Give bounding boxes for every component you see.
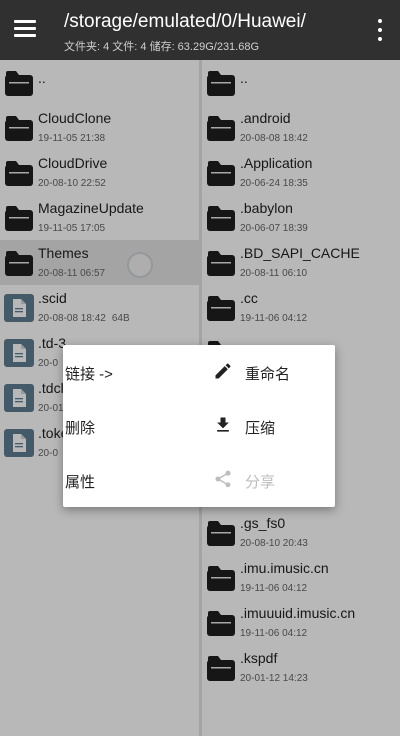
- context-menu: 链接 -> 删除 属性 重命名 压缩 分享: [63, 345, 335, 507]
- app-bar: /storage/emulated/0/Huawei/ 文件夹: 4 文件: 4…: [0, 0, 400, 60]
- link-label: 链接 ->: [65, 366, 113, 383]
- delete-label: 删除: [65, 420, 96, 437]
- path-title: /storage/emulated/0/Huawei/: [64, 11, 306, 32]
- rename-label: 重命名: [245, 366, 291, 383]
- delete-menu-item[interactable]: 删除: [65, 399, 185, 453]
- compress-label: 压缩: [245, 420, 276, 437]
- properties-label: 属性: [65, 474, 96, 491]
- properties-menu-item[interactable]: 属性: [65, 453, 185, 507]
- link-menu-item[interactable]: 链接 ->: [65, 345, 185, 399]
- compress-menu-item[interactable]: 压缩: [213, 399, 333, 453]
- share-icon: [215, 470, 231, 488]
- download-icon: [217, 417, 229, 432]
- more-vert-icon[interactable]: [376, 18, 384, 42]
- hamburger-menu-icon[interactable]: [14, 18, 40, 40]
- storage-summary: 文件夹: 4 文件: 4 储存: 63.29G/231.68G: [64, 41, 260, 53]
- share-label: 分享: [245, 474, 276, 491]
- share-menu-item: 分享: [213, 453, 333, 507]
- pencil-icon: [215, 363, 231, 379]
- rename-menu-item[interactable]: 重命名: [213, 345, 333, 399]
